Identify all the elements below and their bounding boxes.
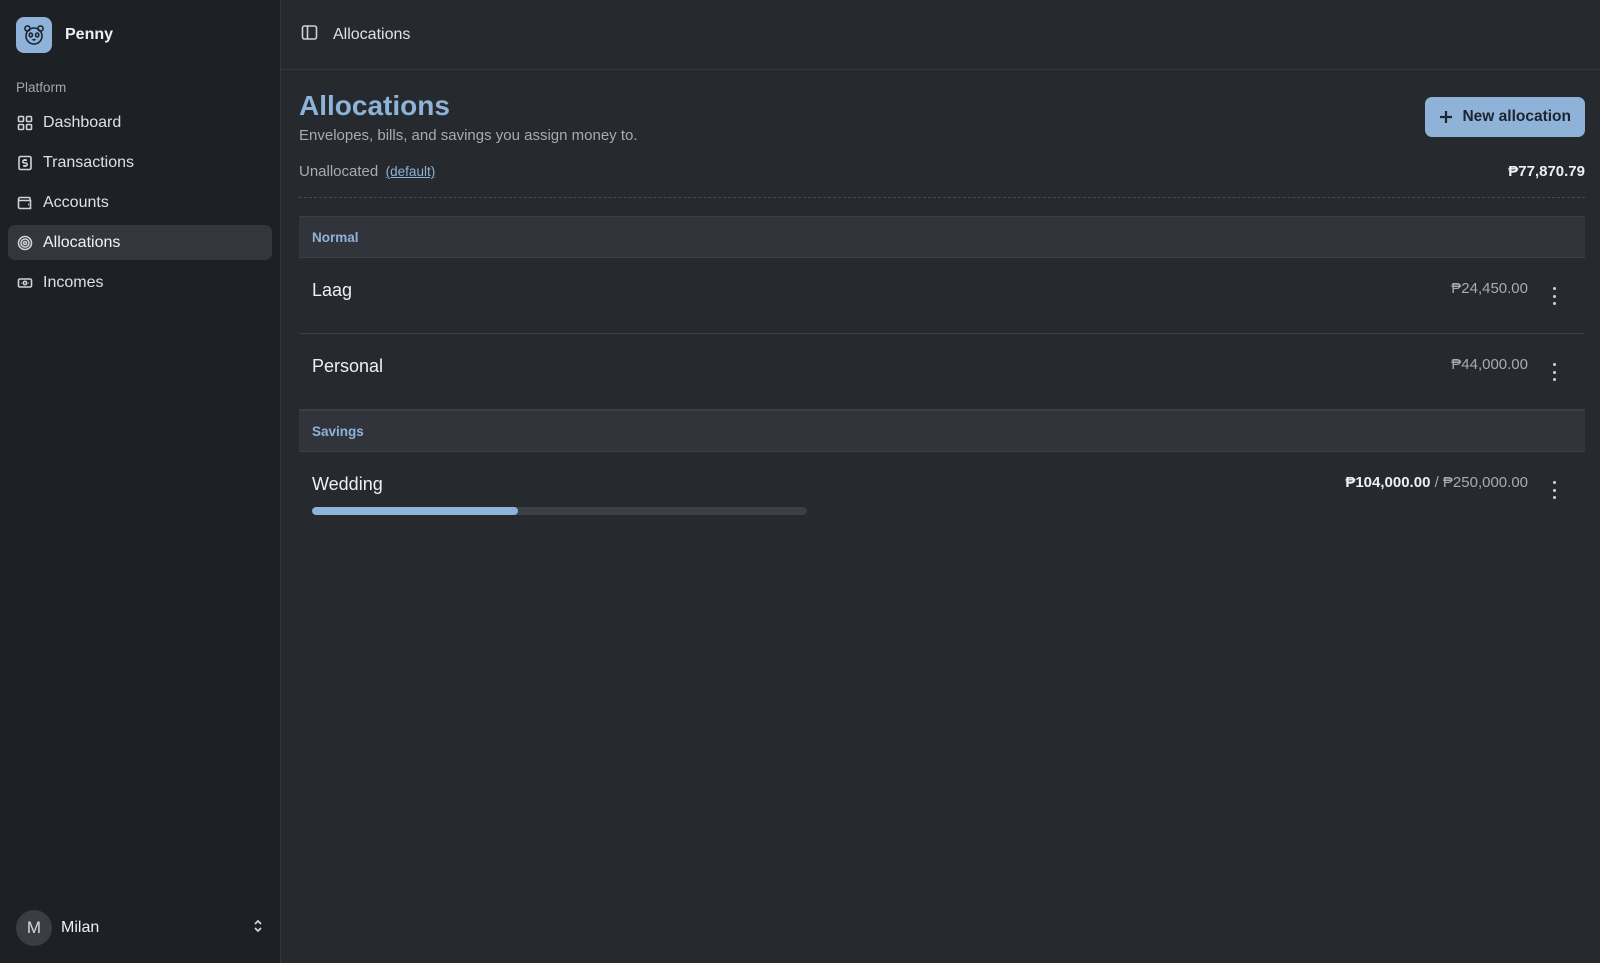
breadcrumb: Allocations [333,25,411,43]
new-allocation-button[interactable]: New allocation [1425,97,1585,137]
unallocated-amount: ₱77,870.79 [1508,163,1585,180]
sidebar-item-label: Allocations [43,233,121,251]
page-subtitle: Envelopes, bills, and savings you assign… [299,127,638,144]
allocation-row-wedding[interactable]: Wedding ₱104,000.00 / ₱250,000.00 [299,452,1585,532]
savings-amount: ₱104,000.00 / ₱250,000.00 [1345,474,1528,491]
sidebar-item-label: Dashboard [43,113,122,131]
unallocated-row: Unallocated (default) ₱77,870.79 [299,163,1585,198]
sidebar-section-label: Platform [16,80,67,95]
allocation-amount: ₱24,450.00 [1451,280,1528,297]
more-options-icon[interactable] [1546,287,1562,305]
allocation-row-laag[interactable]: Laag ₱24,450.00 [299,258,1585,334]
main-area: Allocations Allocations Envelopes, bills… [281,0,1600,963]
app-root: Penny Platform Dashboard Transactions Ac… [0,0,1600,963]
savings-current: ₱104,000.00 [1345,474,1431,491]
wallet-icon [17,195,33,211]
sidebar-item-dashboard[interactable]: Dashboard [8,105,272,140]
allocation-amount: ₱44,000.00 [1451,356,1528,373]
plus-icon [1440,111,1453,123]
dollar-receipt-icon [17,155,33,171]
sidebar-item-label: Incomes [43,273,104,291]
sidebar-item-accounts[interactable]: Accounts [8,185,272,220]
panda-logo-icon [16,17,52,53]
user-name: Milan [61,919,100,936]
brand[interactable]: Penny [16,17,113,53]
avatar: M [16,910,52,946]
savings-target: ₱250,000.00 [1442,474,1528,491]
target-icon [17,235,33,251]
savings-separator: / [1434,474,1439,491]
grid-icon [17,115,33,131]
sidebar-item-transactions[interactable]: Transactions [8,145,272,180]
user-menu[interactable]: M Milan [16,910,266,946]
more-options-icon[interactable] [1546,481,1562,499]
page-title: Allocations [299,90,450,121]
sidebar-item-label: Accounts [43,193,109,211]
savings-progress-bar [312,507,807,515]
group-header-savings: Savings [299,410,1585,452]
sidebar-item-label: Transactions [43,153,134,171]
banknote-icon [17,275,33,291]
chevrons-up-down-icon[interactable] [250,918,266,939]
default-link[interactable]: (default) [386,164,436,179]
allocation-name: Wedding [312,474,383,494]
sidebar-nav: Dashboard Transactions Accounts Allocati… [8,105,272,305]
sidebar-item-allocations[interactable]: Allocations [8,225,272,260]
sidebar-toggle-icon[interactable] [301,24,318,46]
allocation-name: Personal [312,356,384,376]
more-options-icon[interactable] [1546,363,1562,381]
unallocated-label: Unallocated [299,163,379,180]
allocation-row-personal[interactable]: Personal ₱44,000.00 [299,334,1585,410]
savings-progress-fill [312,507,518,515]
topbar: Allocations [281,0,1600,70]
app-name: Penny [65,26,114,43]
sidebar-item-incomes[interactable]: Incomes [8,265,272,300]
new-allocation-label: New allocation [1462,108,1571,125]
allocation-name: Laag [312,280,353,300]
allocation-groups: Normal Laag ₱24,450.00 Personal ₱44,000.… [299,216,1585,532]
sidebar: Penny Platform Dashboard Transactions Ac… [0,0,281,963]
group-header-normal: Normal [299,216,1585,258]
